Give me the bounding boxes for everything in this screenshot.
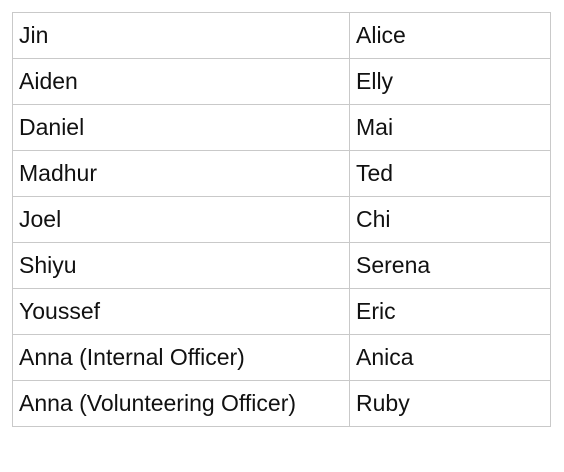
table-row: Shiyu Serena — [12, 242, 551, 289]
table-cell: Elly — [349, 58, 551, 105]
table-row: Youssef Eric — [12, 288, 551, 335]
table-row: Jin Alice — [12, 12, 551, 59]
table-cell: Ruby — [349, 380, 551, 427]
table-cell: Anna (Volunteering Officer) — [12, 380, 350, 427]
table-cell: Alice — [349, 12, 551, 59]
table-row: Madhur Ted — [12, 150, 551, 197]
table-row: Anna (Volunteering Officer) Ruby — [12, 380, 551, 427]
table-cell: Jin — [12, 12, 350, 59]
table-cell: Youssef — [12, 288, 350, 335]
table-cell: Shiyu — [12, 242, 350, 289]
table-row: Joel Chi — [12, 196, 551, 243]
pairs-table: Jin Alice Aiden Elly Daniel Mai Madhur T… — [12, 12, 551, 427]
table-cell: Joel — [12, 196, 350, 243]
table-row: Anna (Internal Officer) Anica — [12, 334, 551, 381]
table-cell: Eric — [349, 288, 551, 335]
table-cell: Madhur — [12, 150, 350, 197]
table-cell: Mai — [349, 104, 551, 151]
table-cell: Anna (Internal Officer) — [12, 334, 350, 381]
document-page: Jin Alice Aiden Elly Daniel Mai Madhur T… — [0, 0, 564, 472]
table-cell: Daniel — [12, 104, 350, 151]
table-row: Aiden Elly — [12, 58, 551, 105]
table-cell: Aiden — [12, 58, 350, 105]
table-cell: Anica — [349, 334, 551, 381]
table-cell: Serena — [349, 242, 551, 289]
table-cell: Chi — [349, 196, 551, 243]
table-row: Daniel Mai — [12, 104, 551, 151]
table-cell: Ted — [349, 150, 551, 197]
